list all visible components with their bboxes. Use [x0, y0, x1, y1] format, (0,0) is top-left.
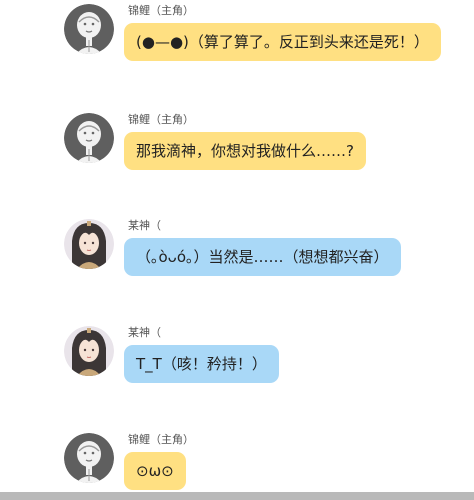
- message-bubble[interactable]: （｡òᴗó｡）当然是……（想想都兴奋）: [124, 238, 401, 276]
- speaker-name: 锦鲤（主角）: [128, 113, 194, 126]
- speaker-name: 某神（: [128, 326, 161, 339]
- speaker-name: 锦鲤（主角）: [128, 4, 194, 17]
- avatar-gray-sketch-icon[interactable]: [64, 113, 114, 163]
- message-bubble[interactable]: T_T（咳！矜持！）: [124, 345, 279, 383]
- speaker-name: 锦鲤（主角）: [128, 433, 194, 446]
- horizontal-scrollbar[interactable]: [0, 492, 474, 500]
- scrollbar-thumb[interactable]: [0, 492, 474, 500]
- message-bubble[interactable]: ⊙ω⊙: [124, 452, 186, 490]
- avatar-anime-character-icon[interactable]: [64, 219, 114, 269]
- message-bubble[interactable]: 那我滴神，你想对我做什么……?: [124, 132, 366, 170]
- message-bubble[interactable]: (●—●)（算了算了。反正到头来还是死！）: [124, 23, 441, 61]
- speaker-name: 某神（: [128, 219, 161, 232]
- avatar-anime-character-icon[interactable]: [64, 326, 114, 376]
- avatar-gray-sketch-icon[interactable]: [64, 433, 114, 483]
- chat-transcript: 锦鲤（主角） (●—●)（算了算了。反正到头来还是死！） 锦鲤（主角） 那我滴神…: [0, 0, 474, 492]
- avatar-gray-sketch-icon[interactable]: [64, 4, 114, 54]
